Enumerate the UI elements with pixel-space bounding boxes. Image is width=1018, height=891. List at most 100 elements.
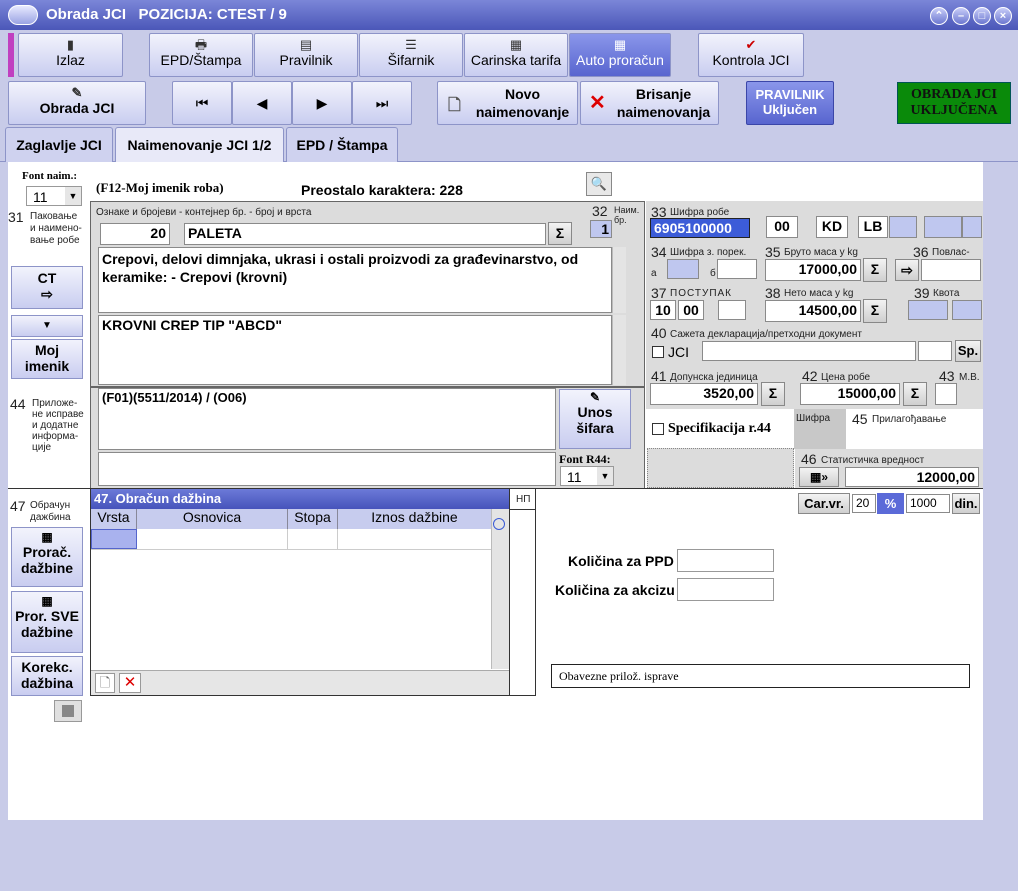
gross-sigma-button[interactable]: Σ xyxy=(863,258,887,282)
col-osnovica[interactable]: Osnovica xyxy=(137,509,288,529)
percent-button[interactable]: % xyxy=(877,493,904,514)
col-iznos[interactable]: Iznos dažbine xyxy=(338,509,491,529)
last-record-button[interactable]: ⏭ xyxy=(352,81,412,125)
sp-button[interactable]: Sp. xyxy=(955,340,981,362)
preference-field[interactable] xyxy=(921,259,981,281)
statistical-value-button[interactable]: ▦» xyxy=(799,467,839,487)
cell-vrsta[interactable] xyxy=(91,529,137,549)
preference-arrow-button[interactable]: ⇨ xyxy=(895,259,919,281)
scroll-thumb-icon[interactable] xyxy=(493,518,505,530)
col-stopa[interactable]: Stopa xyxy=(288,509,338,529)
documents-field[interactable]: (F01)(5511/2014) / (O06) xyxy=(98,388,556,450)
documents-extra-field[interactable] xyxy=(98,452,556,486)
item-number-field[interactable]: 1 xyxy=(590,220,612,238)
sigma-button[interactable]: Σ xyxy=(548,222,572,245)
ct-button[interactable]: CT ⇨ xyxy=(11,266,83,309)
unos-sifara-button[interactable]: ✎ Unos šifara xyxy=(559,389,631,449)
net-mass-field[interactable]: 14500,00 xyxy=(765,300,861,322)
carvr-button[interactable]: Car.vr. xyxy=(798,493,850,514)
pror-sve-dazbine-button[interactable]: ▦ Pror. SVE dažbine xyxy=(11,591,83,653)
new-row-icon[interactable]: 🗋 xyxy=(95,673,115,693)
oznake-label: Ознаке и бројеви - контејнер бр. - број … xyxy=(96,207,312,218)
kolicina-ppd-field[interactable] xyxy=(677,549,774,572)
origin-b-field[interactable] xyxy=(717,259,757,279)
procedure-c-field[interactable] xyxy=(718,300,746,320)
valuation-method-field[interactable] xyxy=(935,383,957,405)
tab-zaglavlje[interactable]: Zaglavlje JCI xyxy=(5,127,113,162)
izlaz-button[interactable]: ▮ Izlaz xyxy=(18,33,123,77)
description-field[interactable]: Crepovi, delovi dimnjaka, ukrasi i ostal… xyxy=(98,247,612,313)
net-sigma-button[interactable]: Σ xyxy=(863,299,887,323)
carinska-tarifa-button[interactable]: ▦ Carinska tarifa xyxy=(464,33,568,77)
commodity-code-d-field[interactable]: LB xyxy=(858,216,888,238)
cell-stopa[interactable] xyxy=(288,529,338,549)
pravilnik-status-button[interactable]: PRAVILNIK Uključen xyxy=(746,81,834,125)
dropdown-button[interactable]: ▼ xyxy=(11,315,83,337)
font-r44-select[interactable]: 11 ▼ xyxy=(560,466,614,486)
sifarnik-button[interactable]: ☰ Šifarnik xyxy=(359,33,463,77)
previous-doc-field[interactable] xyxy=(702,341,916,361)
obrada-jci-button[interactable]: ✎ Obrada JCI xyxy=(8,81,146,125)
cell-osnovica[interactable] xyxy=(137,529,288,549)
minimize-icon[interactable]: – xyxy=(952,7,970,25)
commodity-code-field[interactable]: 6905100000 xyxy=(650,218,750,238)
model-scrollbar[interactable] xyxy=(612,315,626,385)
unit-sigma-button[interactable]: Σ xyxy=(761,382,785,406)
font-naim-label: Font naim.: xyxy=(22,170,77,182)
delete-row-icon[interactable]: ✕ xyxy=(119,673,141,693)
stop-button[interactable] xyxy=(54,700,82,722)
statistical-value-field[interactable]: 12000,00 xyxy=(845,467,979,487)
gross-mass-field[interactable]: 17000,00 xyxy=(765,259,861,281)
previous-doc-b-field[interactable] xyxy=(918,341,952,361)
maximize-icon[interactable]: □ xyxy=(973,7,991,25)
quota-a-field[interactable] xyxy=(908,300,948,320)
price-sigma-button[interactable]: Σ xyxy=(903,382,927,406)
epd-stampa-button[interactable]: 🖶 EPD/Štampa xyxy=(149,33,253,77)
korekc-dazbina-button[interactable]: Korekc. dažbina xyxy=(11,656,83,696)
procedure-a-field[interactable]: 10 xyxy=(650,300,676,320)
jci-checkbox[interactable] xyxy=(652,346,664,358)
din-button[interactable]: din. xyxy=(952,493,980,514)
procedure-b-field[interactable]: 00 xyxy=(678,300,704,320)
tab-naimenovanje[interactable]: Naimenovanje JCI 1/2 xyxy=(115,127,284,162)
font-naim-select[interactable]: 11 ▼ xyxy=(26,186,82,206)
prev-record-button[interactable]: ◀ xyxy=(232,81,292,125)
carvr-rate-field[interactable]: 20 xyxy=(852,494,876,513)
carvr-amount-field[interactable]: 1000 xyxy=(906,494,950,513)
system-menu-icon[interactable] xyxy=(8,5,38,25)
duties-scrollbar[interactable] xyxy=(491,509,509,669)
commodity-code-f-field[interactable] xyxy=(924,216,962,238)
moj-imenik-button[interactable]: Moj imenik xyxy=(11,339,83,379)
novo-naimenovanje-button[interactable]: 🗋 Novo naimenovanje xyxy=(437,81,578,125)
supplementary-unit-field[interactable]: 3520,00 xyxy=(650,383,758,405)
col-vrsta[interactable]: Vrsta xyxy=(91,509,137,529)
qty-field[interactable]: 20 xyxy=(100,223,170,245)
specifikacija-checkbox[interactable] xyxy=(652,423,664,435)
search-icon[interactable]: 🔍 xyxy=(586,172,612,196)
commodity-code-b-field[interactable]: 00 xyxy=(766,216,798,238)
tab-epd-stampa[interactable]: EPD / Štampa xyxy=(286,127,398,162)
obavezne-isprave-field[interactable]: Obavezne prilož. isprave xyxy=(551,664,970,688)
kolicina-akciz-field[interactable] xyxy=(677,578,774,601)
auto-proracun-button[interactable]: ▦ Auto proračun xyxy=(569,33,671,77)
kontrola-jci-button[interactable]: ✔ Kontrola JCI xyxy=(698,33,804,77)
pravilnik-button[interactable]: ▤ Pravilnik xyxy=(254,33,358,77)
description-scrollbar[interactable] xyxy=(612,247,626,313)
first-record-button[interactable]: ⏮ xyxy=(172,81,232,125)
pack-field[interactable]: PALETA xyxy=(184,223,546,245)
jci-checkbox-label: JCI xyxy=(668,344,689,360)
close-icon[interactable]: × xyxy=(994,7,1012,25)
commodity-code-e-field[interactable] xyxy=(889,216,917,238)
prorac-dazbine-button[interactable]: ▦ Prorač. dažbine xyxy=(11,527,83,587)
item-price-field[interactable]: 15000,00 xyxy=(800,383,900,405)
model-field[interactable]: KROVNI CREP TIP "ABCD" xyxy=(98,315,612,385)
quota-b-field[interactable] xyxy=(952,300,982,320)
commodity-code-c-field[interactable]: KD xyxy=(816,216,848,238)
cell-iznos[interactable] xyxy=(338,529,491,549)
commodity-code-g-field[interactable] xyxy=(962,216,982,238)
origin-a-field[interactable] xyxy=(667,259,699,279)
table-row[interactable] xyxy=(91,529,491,550)
next-record-button[interactable]: ▶ xyxy=(292,81,352,125)
rollup-icon[interactable]: ⌃ xyxy=(930,7,948,25)
brisanje-naimenovanja-button[interactable]: ✕ Brisanje naimenovanja xyxy=(580,81,719,125)
